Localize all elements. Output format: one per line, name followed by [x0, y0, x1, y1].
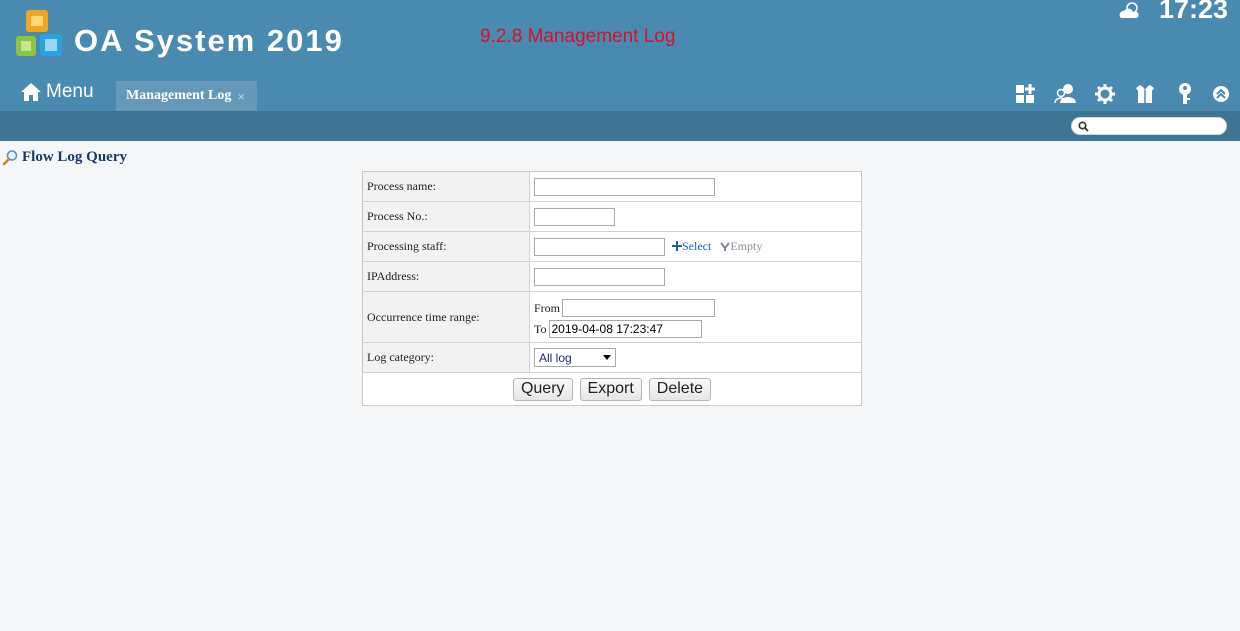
tab-management-log[interactable]: Management Log × [116, 81, 257, 111]
apps-icon[interactable] [1014, 82, 1036, 106]
sub-toolbar [0, 111, 1240, 141]
staff-input[interactable] [534, 237, 665, 256]
to-line: To [534, 320, 861, 338]
process-name-input[interactable] [534, 177, 715, 196]
to-label: To [534, 321, 547, 336]
actions-cell: Query Export Delete [362, 372, 862, 406]
staff-label: Processing staff: [362, 231, 530, 262]
menu-button[interactable]: Menu [20, 78, 94, 106]
time-range-cell: From To [529, 291, 862, 343]
app-logo-icon [16, 10, 62, 56]
gear-icon[interactable] [1094, 82, 1116, 106]
section-header: Flow Log Query [2, 149, 127, 166]
from-line: From [534, 299, 861, 317]
process-no-label: Process No.: [362, 201, 530, 232]
category-value: All log [539, 351, 572, 365]
category-select[interactable]: All log [534, 348, 616, 367]
clock: 17:23 [1159, 0, 1229, 24]
search-icon [1078, 121, 1089, 132]
form-row-ip: IPAddress: [362, 261, 862, 292]
key-icon[interactable] [1174, 82, 1196, 106]
section-title: Flow Log Query [22, 149, 127, 165]
magnifier-icon [2, 150, 18, 166]
process-no-cell [529, 201, 862, 232]
category-cell: All log [529, 342, 862, 373]
empty-label: Empty [730, 239, 763, 253]
header-toolbar [1012, 82, 1232, 106]
category-label: Log category: [362, 342, 530, 373]
form-row-category: Log category: All log [362, 342, 862, 373]
staff-cell: Select Empty [529, 231, 862, 262]
search-box [1071, 117, 1227, 135]
select-label: Select [682, 239, 712, 253]
tab-label: Management Log [126, 88, 232, 103]
menu-label: Menu [46, 81, 94, 102]
delete-button[interactable]: Delete [648, 377, 712, 401]
app-title: OA System 2019 [74, 23, 344, 58]
search-input[interactable] [1092, 119, 1220, 133]
empty-staff-button[interactable]: Empty [720, 239, 762, 253]
process-name-label: Process name: [362, 171, 530, 202]
ip-cell [529, 261, 862, 292]
export-button[interactable]: Export [579, 377, 642, 401]
from-label: From [534, 300, 561, 315]
process-no-input[interactable] [534, 207, 615, 226]
from-input[interactable] [562, 299, 716, 317]
form-row-actions: Query Export Delete [362, 372, 862, 406]
ip-input[interactable] [534, 267, 665, 286]
dropdown-arrow-icon [603, 355, 611, 360]
to-input[interactable] [548, 320, 702, 338]
select-staff-button[interactable]: Select [672, 239, 714, 253]
top-header: OA System 2019 9.2.8 Management Log 17:2… [0, 0, 1240, 111]
weather-icon[interactable] [1118, 2, 1142, 20]
shirt-icon[interactable] [1134, 82, 1156, 106]
time-range-label: Occurrence time range: [362, 291, 530, 343]
form-row-process-no: Process No.: [362, 201, 862, 232]
plus-icon [672, 241, 682, 251]
form-row-process-name: Process name: [362, 171, 862, 202]
query-form: Process name: Process No.: Processing st… [362, 171, 862, 406]
clear-icon [720, 242, 731, 251]
query-button[interactable]: Query [512, 377, 573, 401]
collapse-icon[interactable] [1210, 82, 1232, 106]
form-row-staff: Processing staff: Select Empty [362, 231, 862, 262]
tab-close-icon[interactable]: × [237, 89, 245, 104]
form-row-time-range: Occurrence time range: From To [362, 291, 862, 343]
process-name-cell [530, 172, 862, 202]
page-caption: 9.2.8 Management Log [480, 26, 676, 47]
home-icon [21, 83, 41, 101]
ip-label: IPAddress: [362, 261, 530, 292]
users-icon[interactable] [1054, 82, 1076, 106]
